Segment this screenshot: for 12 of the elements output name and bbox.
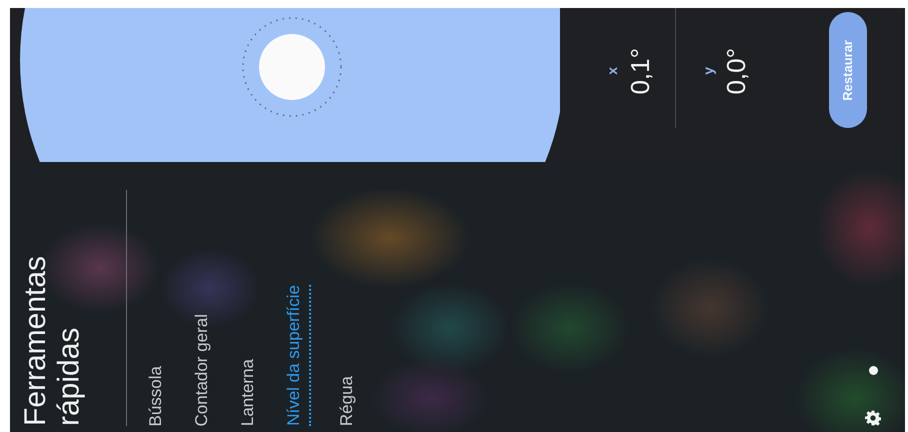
menu-item[interactable]: Nível da superfície	[283, 285, 312, 426]
menu-item[interactable]: Bússola	[145, 366, 168, 426]
menu-item[interactable]: Contador geral	[191, 314, 214, 426]
angle-reading: 0,1°	[627, 48, 653, 94]
axis-label: x	[603, 67, 621, 75]
axis-label: y	[699, 67, 717, 75]
settings-icon[interactable]	[865, 410, 881, 426]
angle-reading: 0,0°	[723, 48, 749, 94]
menu-item[interactable]: Lanterna	[237, 358, 260, 426]
menu-item[interactable]: Régua	[336, 376, 358, 426]
page-indicator-dot	[868, 366, 878, 375]
menu-title: Ferramentas rápidas	[19, 254, 86, 426]
